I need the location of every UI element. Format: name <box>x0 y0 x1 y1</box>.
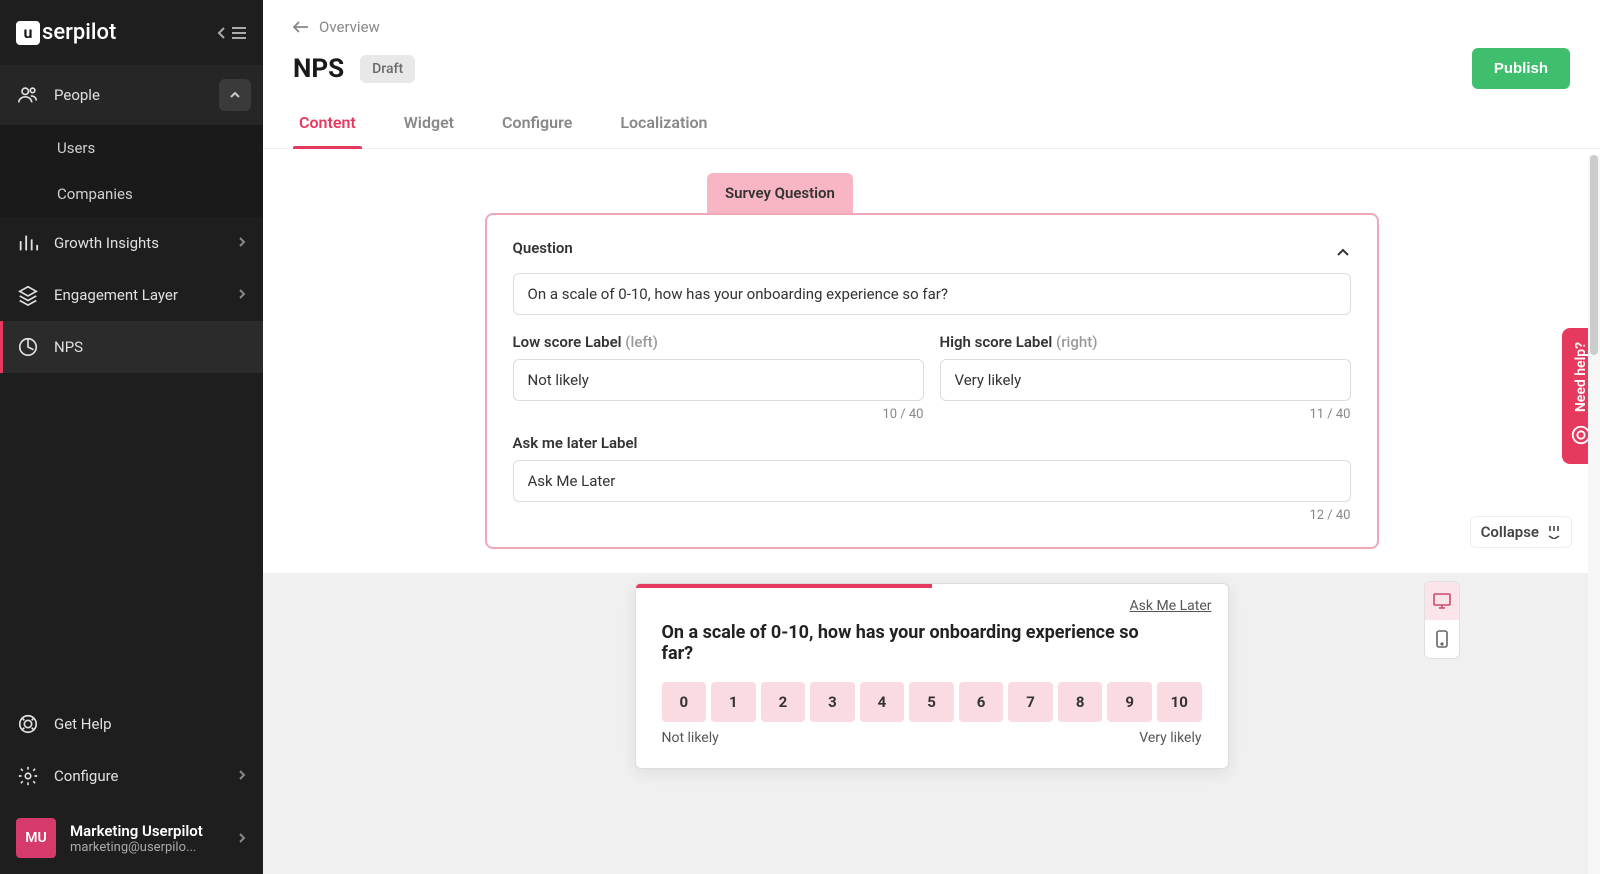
chevron-right-icon <box>237 286 247 304</box>
chart-icon <box>16 231 40 255</box>
chevron-right-icon <box>237 234 247 252</box>
preview-area: Ask Me Later On a scale of 0-10, how has… <box>263 573 1600 874</box>
chevron-left-icon <box>217 26 227 40</box>
tab-configure[interactable]: Configure <box>496 105 578 148</box>
scale-10[interactable]: 10 <box>1157 682 1202 722</box>
scrollbar[interactable] <box>1588 155 1600 874</box>
high-score-input[interactable] <box>940 359 1351 401</box>
chevron-up-icon[interactable] <box>219 79 251 111</box>
chevron-right-icon <box>237 767 247 785</box>
scale-5[interactable]: 5 <box>909 682 954 722</box>
scale-7[interactable]: 7 <box>1008 682 1053 722</box>
sidebar-item-configure[interactable]: Configure <box>0 750 263 802</box>
menu-icon <box>231 26 247 40</box>
scale-9[interactable]: 9 <box>1107 682 1152 722</box>
sidebar-item-companies[interactable]: Companies <box>0 171 263 217</box>
low-score-counter: 10 / 40 <box>513 407 924 422</box>
scale-3[interactable]: 3 <box>810 682 855 722</box>
avatar: MU <box>16 818 56 858</box>
sidebar-item-people[interactable]: People <box>0 65 263 125</box>
sidebar-item-growth-insights[interactable]: Growth Insights <box>0 217 263 269</box>
sidebar-label: Get Help <box>54 715 112 733</box>
sidebar-item-engagement-layer[interactable]: Engagement Layer <box>0 269 263 321</box>
sidebar: u serpilot People Users Companies Growth… <box>0 0 263 874</box>
page-title: NPS <box>293 54 344 84</box>
sidebar-collapse-button[interactable] <box>217 26 247 40</box>
nps-scale: 0 1 2 3 4 5 6 7 8 9 10 <box>662 682 1202 722</box>
tab-localization[interactable]: Localization <box>614 105 713 148</box>
scale-6[interactable]: 6 <box>959 682 1004 722</box>
collapse-section-button[interactable] <box>1335 243 1351 262</box>
sidebar-item-nps[interactable]: NPS <box>0 321 263 373</box>
question-label: Question <box>513 239 573 257</box>
logo[interactable]: u serpilot <box>16 20 116 45</box>
tabs: Content Widget Configure Localization <box>263 89 1600 149</box>
gear-icon <box>16 764 40 788</box>
scale-0[interactable]: 0 <box>662 682 707 722</box>
scale-2[interactable]: 2 <box>761 682 806 722</box>
scale-8[interactable]: 8 <box>1058 682 1103 722</box>
tab-content[interactable]: Content <box>293 105 362 148</box>
logo-mark-icon: u <box>16 21 40 45</box>
collapse-preview-button[interactable]: Collapse <box>1470 516 1572 548</box>
survey-question-tab[interactable]: Survey Question <box>707 173 853 213</box>
device-desktop-button[interactable] <box>1425 582 1459 620</box>
question-input[interactable] <box>513 273 1351 315</box>
sidebar-item-get-help[interactable]: Get Help <box>0 698 263 750</box>
publish-button[interactable]: Publish <box>1472 48 1570 89</box>
ask-later-label: Ask me later Label <box>513 434 1351 452</box>
sidebar-label: Configure <box>54 767 119 785</box>
sidebar-label: NPS <box>54 338 83 356</box>
preview-high-label: Very likely <box>1139 730 1201 746</box>
tab-widget[interactable]: Widget <box>398 105 460 148</box>
preview-question: On a scale of 0-10, how has your onboard… <box>662 622 1152 664</box>
arrow-left-icon <box>293 21 309 33</box>
ask-me-later-link[interactable]: Ask Me Later <box>1130 598 1212 614</box>
profile-email: marketing@userpilo... <box>70 840 223 855</box>
sidebar-label: Engagement Layer <box>54 286 178 304</box>
ask-later-counter: 12 / 40 <box>513 508 1351 523</box>
nps-icon <box>16 335 40 359</box>
low-score-label: Low score Label (left) <box>513 333 924 351</box>
device-mobile-button[interactable] <box>1425 620 1459 658</box>
ask-later-input[interactable] <box>513 460 1351 502</box>
people-icon <box>16 83 40 107</box>
preview-low-label: Not likely <box>662 730 719 746</box>
survey-preview: Ask Me Later On a scale of 0-10, how has… <box>635 583 1229 769</box>
high-score-label: High score Label (right) <box>940 333 1351 351</box>
breadcrumb-overview[interactable]: Overview <box>263 0 1600 36</box>
low-score-input[interactable] <box>513 359 924 401</box>
scale-4[interactable]: 4 <box>860 682 905 722</box>
profile-name: Marketing Userpilot <box>70 822 223 840</box>
sidebar-item-users[interactable]: Users <box>0 125 263 171</box>
chevron-right-icon <box>237 829 247 848</box>
survey-question-card: Question Low score Label (left) 10 / 40 … <box>485 213 1379 549</box>
sidebar-label: People <box>54 86 100 104</box>
device-switch <box>1424 581 1460 659</box>
collapse-icon <box>1547 525 1561 539</box>
status-badge: Draft <box>360 55 415 83</box>
logo-text: serpilot <box>42 20 116 45</box>
scale-1[interactable]: 1 <box>711 682 756 722</box>
lifebuoy-icon <box>16 712 40 736</box>
layers-icon <box>16 283 40 307</box>
profile-menu[interactable]: MU Marketing Userpilot marketing@userpil… <box>0 802 263 874</box>
main: Overview NPS Draft Publish Content Widge… <box>263 0 1600 874</box>
sidebar-label: Growth Insights <box>54 234 159 252</box>
high-score-counter: 11 / 40 <box>940 407 1351 422</box>
